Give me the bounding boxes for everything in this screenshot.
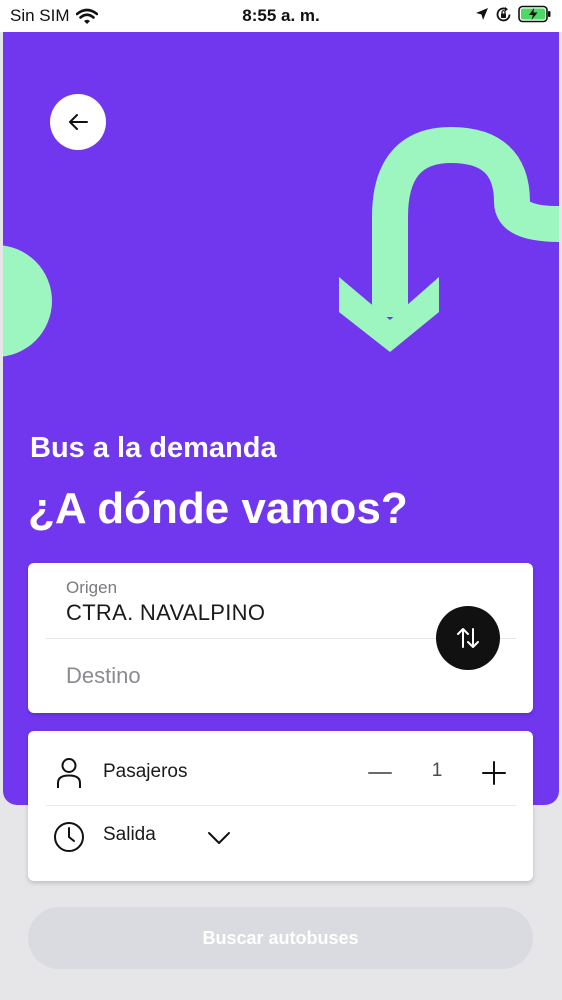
origin-value: CTRA. NAVALPINO — [66, 600, 266, 625]
swap-vertical-icon — [457, 628, 479, 648]
status-bar: Sin SIM 8:55 a. m. — [0, 0, 562, 32]
search-buses-button[interactable]: Buscar autobuses — [28, 907, 533, 969]
decorative-route-line — [372, 126, 559, 317]
battery-charging-icon — [518, 5, 551, 23]
passengers-count: 1 — [431, 760, 443, 781]
back-button[interactable] — [50, 94, 106, 150]
decrease-passengers-button[interactable] — [365, 758, 395, 788]
destination-input[interactable] — [66, 663, 426, 689]
origin-label: Origen — [66, 578, 118, 597]
trip-options-card: Pasajeros 1 Salida — [28, 731, 533, 881]
orientation-lock-icon — [496, 6, 511, 21]
plus-icon — [482, 761, 506, 785]
arrow-left-icon — [69, 114, 88, 130]
departure-dropdown-button[interactable] — [203, 822, 235, 854]
passengers-label: Pasajeros — [103, 761, 188, 782]
clock-icon — [54, 822, 84, 852]
departure-label: Salida — [103, 824, 156, 845]
increase-passengers-button[interactable] — [479, 758, 509, 788]
decorative-circle — [3, 245, 52, 357]
minus-icon — [368, 772, 392, 774]
status-right — [475, 5, 552, 23]
hero-subtitle: Bus a la demanda — [30, 432, 277, 464]
location-arrow-icon — [476, 8, 488, 20]
person-icon — [57, 758, 81, 788]
hero-title: ¿A dónde vamos? — [28, 484, 408, 533]
options-divider — [46, 805, 516, 806]
chevron-down-icon — [208, 832, 230, 844]
swap-route-button[interactable] — [436, 606, 500, 670]
